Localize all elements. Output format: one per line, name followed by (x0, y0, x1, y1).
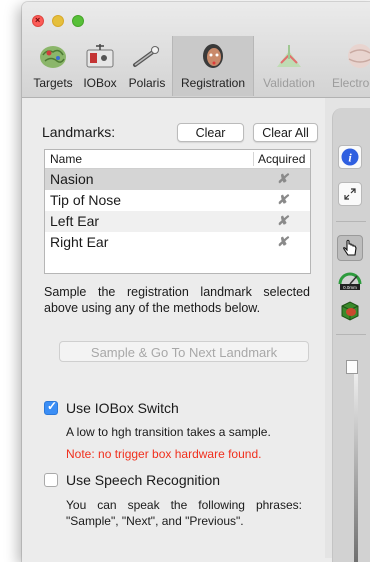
close-icon: × (35, 15, 41, 25)
right-toolbar: i 0.0mm (325, 98, 370, 562)
speech-recognition-label: Use Speech Recognition (66, 472, 221, 488)
speech-hint: You can speak the following phrases: "Sa… (66, 498, 302, 528)
gauge-readout: 0.0mm (343, 285, 357, 290)
hand-pointer-icon (343, 239, 357, 256)
tab-iobox[interactable]: IOBox (77, 36, 123, 96)
toolbar-tabs: Targets IOBox Polaris Registration Valid… (28, 36, 370, 96)
electrode-icon (348, 44, 370, 68)
tab-targets[interactable]: Targets (28, 36, 78, 96)
not-acquired-icon: ✘ (277, 213, 288, 228)
toolbar-separator (336, 334, 366, 335)
column-header-name[interactable]: Name (50, 152, 82, 166)
pointer-mode-button[interactable] (337, 235, 363, 261)
not-acquired-icon: ✘ (277, 192, 288, 207)
tab-validation[interactable]: Validation (254, 36, 324, 96)
registration-panel: Landmarks: Clear Clear All Name Acquired… (22, 98, 325, 558)
validation-icon (277, 45, 301, 67)
table-row[interactable]: Tip of Nose ✘ (45, 190, 310, 211)
tab-label-polaris: Polaris (128, 76, 166, 90)
table-header: Name Acquired (45, 150, 310, 169)
brain-targets-icon (40, 46, 66, 68)
expand-icon (344, 188, 356, 200)
info-button[interactable]: i (338, 145, 362, 169)
app-window: × Targets IOBox Polaris Registration Val… (22, 2, 370, 562)
polaris-pointer-icon (133, 46, 159, 67)
landmark-name: Nasion (50, 171, 94, 187)
iobox-warning: Note: no trigger box hardware found. (66, 447, 262, 461)
iobox-icon (86, 44, 114, 68)
title-bar: × Targets IOBox Polaris Registration Val… (22, 2, 370, 98)
checkbox-checked[interactable]: ✓ (44, 399, 58, 415)
checkmark-icon: ✓ (47, 399, 58, 413)
not-acquired-icon: ✘ (277, 171, 288, 186)
expand-button[interactable] (338, 182, 362, 206)
tab-label-electrodes: Electroc (332, 76, 370, 90)
tab-label-targets: Targets (33, 76, 73, 90)
tab-polaris[interactable]: Polaris (123, 36, 171, 96)
iobox-switch-label: Use IOBox Switch (66, 400, 179, 416)
column-header-acquired[interactable]: Acquired (253, 152, 305, 166)
minimize-window-button[interactable] (52, 15, 64, 27)
checkbox-unchecked[interactable] (44, 473, 58, 487)
landmark-name: Left Ear (50, 213, 100, 229)
tab-registration[interactable]: Registration (172, 36, 254, 96)
right-toolbar-inner: i 0.0mm (332, 108, 370, 562)
clear-button[interactable]: Clear (177, 123, 244, 142)
tab-label-validation: Validation (263, 76, 315, 90)
table-row[interactable]: Nasion ✘ (45, 169, 310, 190)
zoom-window-button[interactable] (72, 15, 84, 27)
close-window-button[interactable]: × (32, 15, 44, 27)
landmark-name: Tip of Nose (50, 192, 122, 208)
tab-electrodes[interactable]: Electroc (324, 36, 370, 96)
info-icon: i (341, 148, 359, 166)
landmarks-table: Name Acquired Nasion ✘ Tip of Nose ✘ Lef… (44, 149, 311, 274)
clear-all-button[interactable]: Clear All (253, 123, 318, 142)
3d-cube-icon (341, 301, 359, 321)
gauge-icon: 0.0mm (338, 272, 362, 290)
sample-next-landmark-button[interactable]: Sample & Go To Next Landmark (59, 341, 309, 362)
table-row[interactable]: Right Ear ✘ (45, 232, 310, 253)
instructions-text: Sample the registration landmark selecte… (44, 285, 310, 315)
toolbar-separator (336, 221, 366, 222)
table-row[interactable]: Left Ear ✘ (45, 211, 310, 232)
landmark-name: Right Ear (50, 234, 109, 250)
3d-view-button[interactable] (337, 298, 363, 324)
landmarks-title: Landmarks: (42, 124, 116, 140)
opacity-slider-thumb[interactable] (346, 360, 358, 374)
not-acquired-icon: ✘ (277, 234, 288, 249)
tab-label-iobox: IOBox (83, 76, 117, 90)
iobox-hint: A low to hgh transition takes a sample. (66, 425, 271, 439)
gauge-button[interactable]: 0.0mm (337, 266, 363, 292)
tab-label-registration: Registration (180, 76, 246, 90)
head-registration-icon (203, 44, 223, 68)
opacity-slider-track[interactable] (354, 370, 358, 562)
